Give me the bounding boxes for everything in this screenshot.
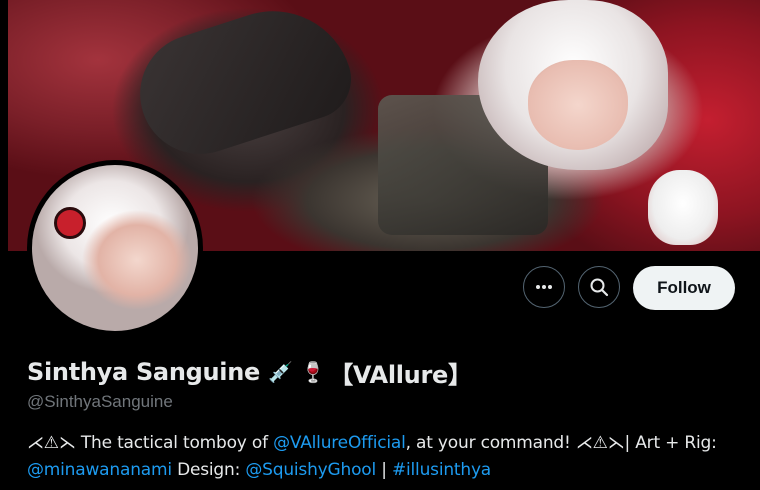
bio-decoration-right: ⋌⚠⋋ [575,433,625,453]
search-icon [590,278,609,297]
name-tag: 【VAllure】 [329,360,472,389]
bio-text: The tactical tomboy of [80,433,268,453]
wine-glass-emoji-icon: 🍷 [300,360,326,384]
bio-text: Design: [177,460,241,480]
bio-text: | Art + Rig: [624,433,717,453]
mention-link-squishyghool[interactable]: @SquishyGhool [245,460,376,480]
profile-bio: ⋌⚠⋋ The tactical tomboy of @VAllureOffic… [27,430,747,484]
banner-art-legs [124,0,362,170]
mention-link-minawananami[interactable]: @minawananami [27,460,172,480]
search-profile-button[interactable] [578,266,620,308]
display-name-row: Sinthya Sanguine 💉 🍷 【VAllure】 [27,356,472,389]
bio-separator: | [381,460,387,480]
bio-text: , at your command! [405,433,571,453]
banner-art-plush [648,170,718,245]
avatar-image [32,165,198,331]
bio-decoration-left: ⋌⚠⋋ [27,433,76,453]
more-options-button[interactable] [523,266,565,308]
banner-art-face [528,60,628,150]
syringe-emoji-icon: 💉 [267,360,293,384]
follow-button[interactable]: Follow [633,266,735,310]
avatar[interactable] [27,160,203,336]
display-name: Sinthya Sanguine [27,358,260,386]
mention-link-vallureofficial[interactable]: @VAllureOfficial [273,433,406,453]
avatar-hairclip [54,207,86,239]
hashtag-link-illusinthya[interactable]: #illusinthya [392,460,491,480]
more-horizontal-icon [536,285,552,289]
profile-handle: @SinthyaSanguine [27,392,173,411]
